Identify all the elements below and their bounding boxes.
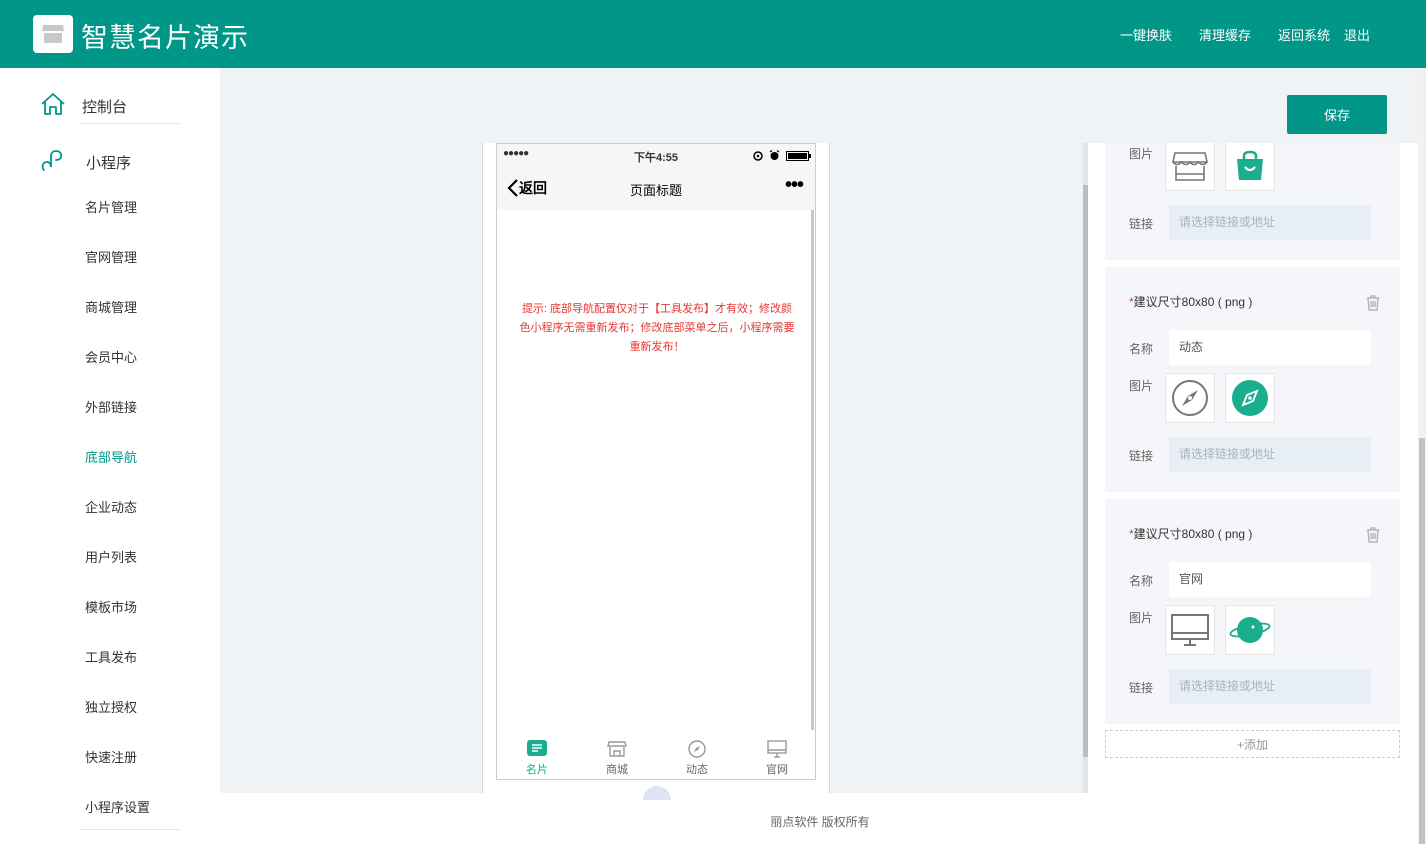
icon-upload-normal[interactable] — [1165, 605, 1215, 655]
monitor-icon — [767, 740, 787, 758]
sidebar-sub-item[interactable]: 名片管理 — [85, 197, 137, 216]
more-icon[interactable]: ••• — [785, 174, 804, 197]
planet-icon — [1229, 617, 1271, 643]
skin-link[interactable]: 一键换肤 — [1120, 25, 1172, 44]
phone-nav-bar: 返回 页面标题 ••• — [497, 166, 815, 210]
link-label: 链接 — [1129, 217, 1154, 231]
save-button[interactable]: 保存 — [1287, 95, 1387, 134]
link-selector[interactable]: 请选择链接或地址 — [1169, 669, 1371, 704]
sidebar-sub-item[interactable]: 会员中心 — [85, 347, 137, 366]
battery-icon — [786, 151, 811, 161]
trash-icon[interactable] — [1366, 527, 1380, 543]
icon-upload-active[interactable] — [1225, 143, 1275, 191]
sidebar-sub-item-active[interactable]: 底部导航 — [85, 447, 137, 466]
home-icon — [41, 93, 65, 115]
shop-icon — [607, 741, 627, 757]
nav-config-panel: 图片 链接 请选择链接或地址 *建议尺寸80x80 ( png ) 名称 动态 … — [1088, 143, 1418, 793]
tab-label: 官网 — [766, 764, 788, 776]
sidebar-item-label: 小程序 — [86, 155, 132, 172]
sidebar-sub-item[interactable]: 企业动态 — [85, 497, 137, 516]
card-icon — [527, 740, 547, 756]
link-selector[interactable]: 请选择链接或地址 — [1169, 437, 1371, 472]
tab-card[interactable]: 名片 — [497, 736, 577, 777]
sidebar-sub-item[interactable]: 模板市场 — [85, 597, 137, 616]
sidebar: 控制台 小程序 名片管理 官网管理 商城管理 会员中心 外部链接 底部导航 企业… — [0, 68, 220, 844]
divider — [80, 829, 180, 830]
app-title: 智慧名片演示 — [81, 23, 249, 53]
status-time: 下午4:55 — [633, 152, 679, 164]
size-hint: *建议尺寸80x80 ( png ) — [1129, 527, 1253, 541]
tab-label: 动态 — [686, 764, 708, 776]
sidebar-sub-item[interactable]: 用户列表 — [85, 547, 137, 566]
sidebar-sub-item[interactable]: 工具发布 — [85, 647, 137, 666]
phone-tabbar: 名片 商城 动态 官网 — [497, 736, 815, 779]
tab-shop[interactable]: 商城 — [577, 736, 657, 777]
miniprogram-icon — [41, 150, 63, 171]
scrollbar-thumb[interactable] — [1419, 438, 1425, 844]
sidebar-sub-item[interactable]: 商城管理 — [85, 297, 137, 316]
icon-upload-normal[interactable] — [1165, 373, 1215, 423]
name-label: 名称 — [1129, 574, 1154, 588]
tab-news[interactable]: 动态 — [657, 736, 737, 777]
nav-item-card: 图片 链接 请选择链接或地址 — [1105, 143, 1400, 260]
compass-active-icon — [1232, 380, 1268, 416]
footer-copyright: 丽点软件 版权所有 — [770, 815, 870, 829]
nav-item-card: *建议尺寸80x80 ( png ) 名称 官网 图片 链接 请选择链接或地址 — [1105, 499, 1400, 724]
image-label: 图片 — [1129, 611, 1154, 625]
alarm-icon — [769, 150, 780, 160]
sidebar-sub-item[interactable]: 快速注册 — [85, 747, 137, 766]
link-label: 链接 — [1129, 449, 1154, 463]
name-label: 名称 — [1129, 342, 1154, 356]
top-nav: 一键换肤 清理缓存 返回系统 退出 — [1093, 25, 1370, 44]
phone-scrollbar[interactable] — [811, 210, 814, 730]
image-label: 图片 — [1129, 379, 1154, 393]
store-icon — [42, 25, 64, 43]
bag-icon — [1237, 150, 1263, 180]
lock-rotation-icon — [753, 151, 763, 161]
icon-upload-active[interactable] — [1225, 373, 1275, 423]
sidebar-item-label: 控制台 — [82, 99, 128, 116]
divider — [80, 123, 180, 124]
status-bar: ●●●●● 下午4:55 — [497, 144, 815, 166]
page-scrollbar[interactable] — [1418, 68, 1426, 844]
sidebar-sub-item[interactable]: 官网管理 — [85, 247, 137, 266]
phone-preview: ●●●●● 下午4:55 返回 页面标题 ••• 提示: 底部导航配置仅对于【工… — [496, 143, 816, 780]
sidebar-sub-item[interactable]: 独立授权 — [85, 697, 137, 716]
sidebar-item-dashboard[interactable]: 控制台 — [0, 76, 220, 128]
monitor-icon — [1171, 614, 1209, 646]
phone-page-title: 页面标题 — [629, 183, 682, 198]
icon-upload-active[interactable] — [1225, 605, 1275, 655]
sidebar-sub-item[interactable]: 小程序设置 — [85, 797, 150, 816]
size-hint: *建议尺寸80x80 ( png ) — [1129, 295, 1253, 309]
image-label: 图片 — [1129, 147, 1154, 161]
back-system-link[interactable]: 返回系统 — [1278, 25, 1330, 44]
sidebar-item-miniprogram[interactable]: 小程序 — [0, 132, 220, 184]
trash-icon[interactable] — [1366, 295, 1380, 311]
tab-label: 商城 — [606, 764, 628, 776]
compass-icon — [688, 740, 706, 758]
nav-item-card: *建议尺寸80x80 ( png ) 名称 动态 图片 链接 请选择链接或地址 — [1105, 267, 1400, 492]
icon-upload-normal[interactable] — [1165, 143, 1215, 191]
name-input[interactable]: 官网 — [1169, 562, 1371, 597]
logo — [33, 15, 73, 53]
add-nav-item-button[interactable]: +添加 — [1105, 730, 1400, 758]
hint-text: 提示: 底部导航配置仅对于【工具发布】才有效；修改颜色小程序无需重新发布；修改底… — [519, 303, 795, 353]
link-selector[interactable]: 请选择链接或地址 — [1169, 205, 1371, 240]
tab-website[interactable]: 官网 — [737, 736, 815, 777]
name-input[interactable]: 动态 — [1169, 330, 1371, 365]
shop-icon — [1172, 152, 1208, 181]
link-label: 链接 — [1129, 681, 1154, 695]
sidebar-sub-item[interactable]: 外部链接 — [85, 397, 137, 416]
tab-label: 名片 — [526, 764, 548, 776]
clear-cache-link[interactable]: 清理缓存 — [1199, 25, 1251, 44]
logout-link[interactable]: 退出 — [1344, 25, 1370, 44]
app-header: 智慧名片演示 一键换肤 清理缓存 返回系统 退出 — [0, 0, 1426, 68]
compass-icon — [1172, 380, 1208, 416]
